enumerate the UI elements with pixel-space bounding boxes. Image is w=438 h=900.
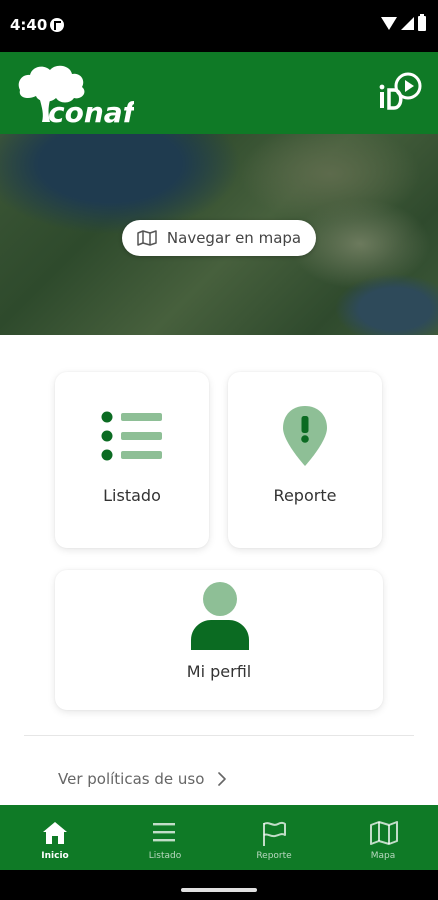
signal-icon — [401, 17, 414, 30]
reporte-card[interactable]: Reporte — [228, 372, 382, 548]
home-icon — [43, 822, 67, 844]
navigate-map-button[interactable]: Navegar en mapa — [122, 220, 316, 256]
perfil-card[interactable]: Mi perfil — [55, 570, 383, 710]
home-screen: 4:40 conaf Navegar en mapa Listado Repor… — [0, 0, 438, 900]
id-logo — [379, 72, 422, 110]
map-preview[interactable]: Navegar en mapa — [0, 134, 438, 335]
nav-reporte-label: Reporte — [256, 851, 292, 861]
alert-pin-icon — [283, 406, 327, 466]
map-icon — [370, 821, 398, 845]
flag-icon — [263, 821, 286, 846]
navigate-map-label: Navegar en mapa — [166, 229, 302, 247]
app-header: conaf — [0, 52, 438, 134]
brand-wordmark: conaf — [48, 96, 134, 126]
nav-listado[interactable]: Listado — [110, 805, 220, 870]
battery-icon — [418, 14, 426, 31]
nav-inicio-label: Inicio — [41, 851, 69, 861]
status-icons — [381, 14, 426, 31]
user-icon — [191, 582, 249, 650]
chevron-right-icon — [218, 772, 227, 786]
list-icon — [101, 411, 162, 461]
bottom-navigation: Inicio Listado Reporte Mapa — [0, 805, 438, 870]
nav-mapa-label: Mapa — [370, 851, 396, 861]
menu-icon — [153, 823, 175, 842]
nav-inicio[interactable]: Inicio — [0, 805, 110, 870]
status-time: 4:40 — [10, 16, 48, 34]
perfil-card-label: Mi perfil — [186, 662, 252, 681]
listado-card-label: Listado — [103, 486, 161, 505]
map-icon — [137, 230, 157, 246]
notification-app-icon — [50, 18, 64, 32]
policies-link[interactable]: Ver políticas de uso — [58, 770, 227, 788]
wifi-icon — [381, 17, 397, 30]
divider — [24, 735, 414, 736]
nav-reporte[interactable]: Reporte — [219, 805, 329, 870]
gesture-bar — [0, 870, 438, 900]
home-indicator[interactable] — [181, 888, 257, 892]
listado-card[interactable]: Listado — [55, 372, 209, 548]
policies-label: Ver políticas de uso — [58, 770, 205, 788]
reporte-card-label: Reporte — [273, 486, 337, 505]
conaf-logo: conaf — [18, 65, 134, 126]
nav-listado-label: Listado — [148, 851, 182, 861]
nav-mapa[interactable]: Mapa — [328, 805, 438, 870]
status-bar: 4:40 — [0, 0, 438, 52]
